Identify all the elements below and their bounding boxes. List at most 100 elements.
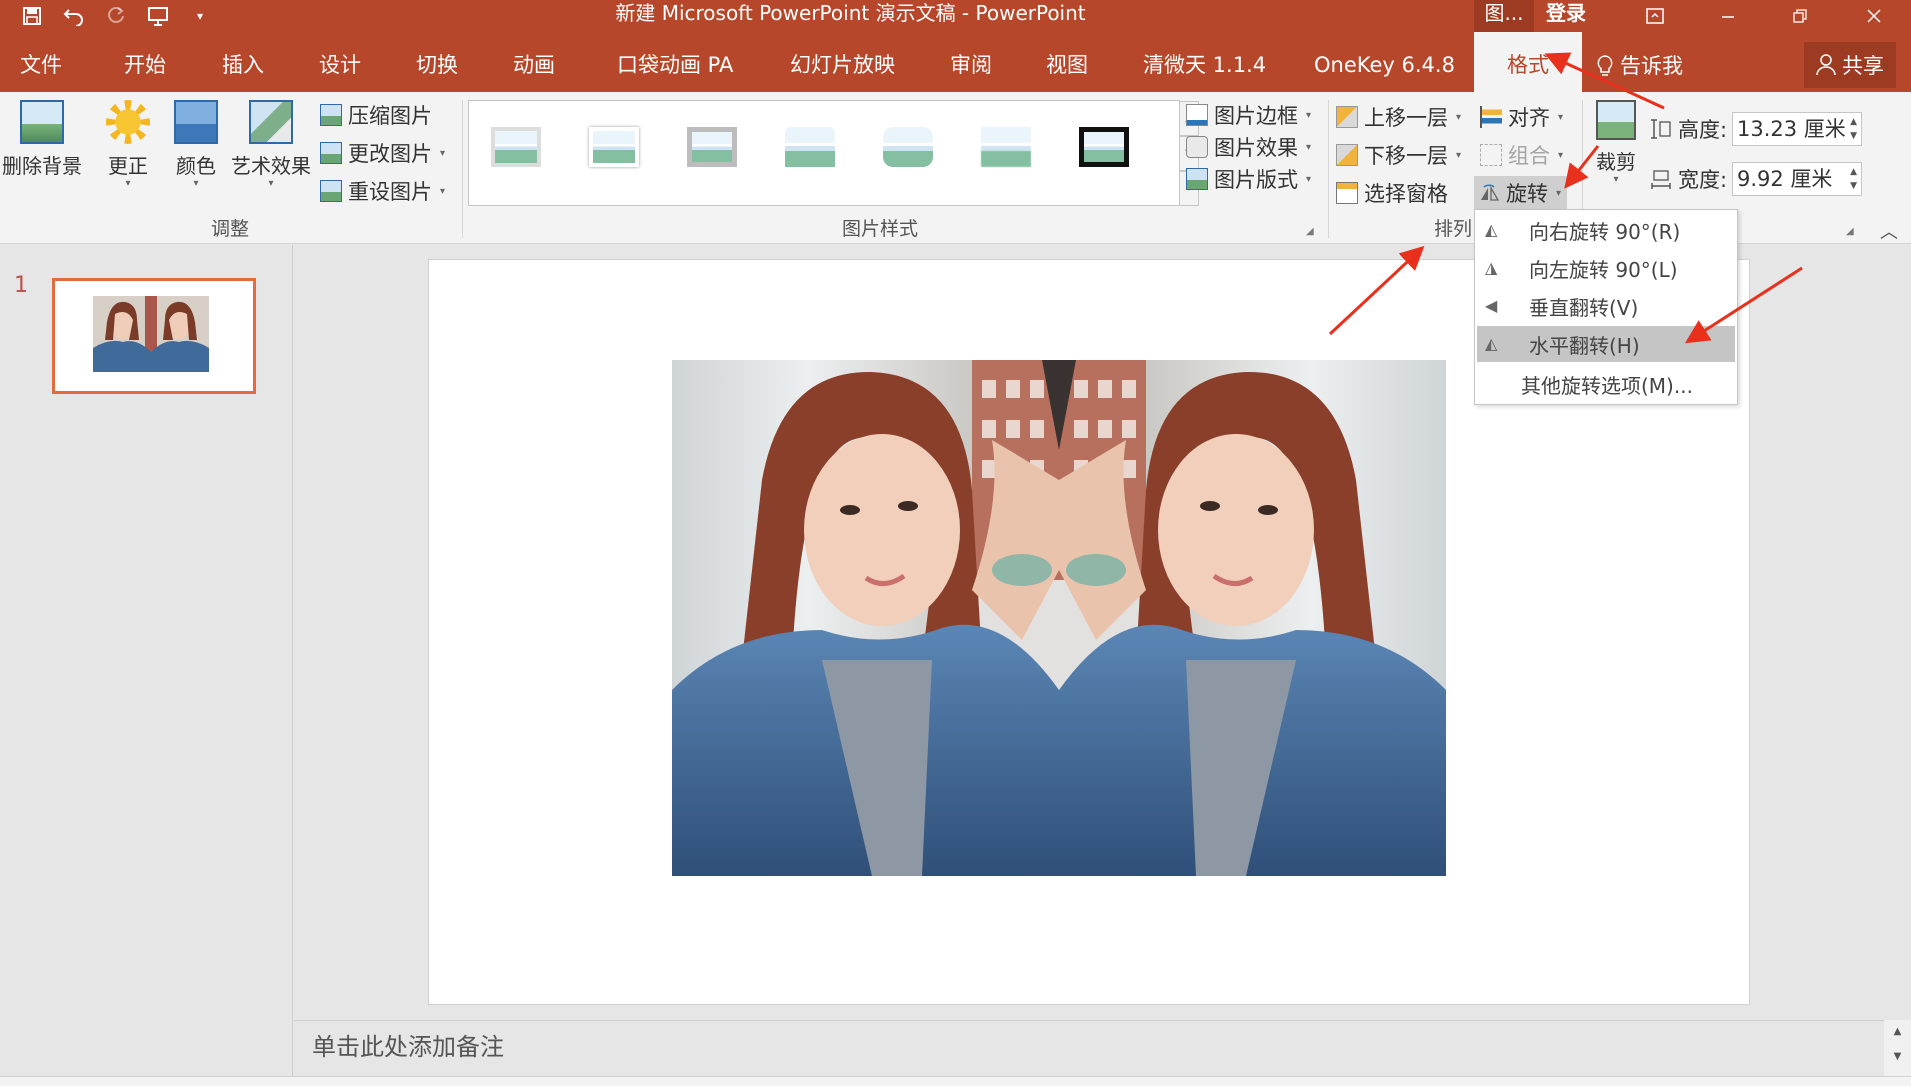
restore-icon[interactable]	[1772, 0, 1828, 32]
window-title: 新建 Microsoft PowerPoint 演示文稿 - PowerPoin…	[615, 1, 1086, 25]
artistic-effects-button[interactable]: 艺术效果 ▾	[228, 100, 314, 189]
send-backward-button[interactable]: 下移一层 ▾	[1336, 138, 1461, 172]
tab-format[interactable]: 格式	[1474, 32, 1582, 92]
tab-qingweitian[interactable]: 清微天 1.1.4	[1143, 32, 1266, 92]
menu-item-rotate-left-90[interactable]: ◮ 向左旋转 90°(L)	[1477, 250, 1735, 286]
height-spinner[interactable]: ▲ ▼	[1850, 115, 1857, 143]
flip-vertical-icon: ◀	[1485, 296, 1498, 315]
bring-forward-icon	[1336, 106, 1358, 128]
style-thumbnail[interactable]	[681, 121, 743, 173]
picture-styles-gallery[interactable]: ▲ ▼ ▾	[468, 100, 1199, 206]
color-icon	[174, 100, 218, 144]
tell-me-search[interactable]: 告诉我	[1596, 32, 1683, 92]
compress-pictures-button[interactable]: 压缩图片	[320, 98, 432, 132]
picture-border-icon	[1186, 104, 1208, 126]
scroll-up-icon[interactable]: ▲	[1884, 1026, 1911, 1037]
group-button[interactable]: 组合 ▾	[1480, 138, 1563, 172]
picture-border-button[interactable]: 图片边框 ▾	[1186, 98, 1311, 132]
chevron-down-icon: ▾	[1558, 149, 1564, 161]
notes-placeholder: 单击此处添加备注	[312, 1033, 504, 1061]
lightbulb-icon	[1597, 55, 1613, 76]
bring-forward-button[interactable]: 上移一层 ▾	[1336, 100, 1461, 134]
scroll-down-icon[interactable]: ▼	[1884, 1051, 1911, 1062]
tab-slideshow[interactable]: 幻灯片放映	[790, 32, 895, 92]
color-button[interactable]: 颜色 ▾	[166, 100, 226, 189]
rotate-button[interactable]: 旋转 ▾	[1474, 176, 1568, 210]
collapse-ribbon-icon[interactable]: ︿	[1880, 218, 1898, 244]
tab-review[interactable]: 审阅	[950, 32, 992, 92]
vertical-scrollbar[interactable]: ▲ ▼	[1884, 1020, 1911, 1076]
style-thumbnail[interactable]	[1073, 121, 1135, 173]
width-label-group: 宽度:	[1650, 162, 1727, 196]
close-icon[interactable]	[1846, 0, 1902, 32]
picture-effects-button[interactable]: 图片效果 ▾	[1186, 130, 1311, 164]
reset-picture-button[interactable]: 重设图片 ▾	[320, 174, 445, 208]
menu-item-more-rotation-options[interactable]: 其他旋转选项(M)...	[1477, 366, 1735, 402]
style-thumbnail[interactable]	[779, 121, 841, 173]
chevron-down-icon: ▾	[1306, 173, 1312, 185]
chevron-down-icon: ▾	[1456, 149, 1462, 161]
menu-item-label: 水平翻转(H)	[1529, 333, 1640, 358]
height-input[interactable]: 13.23 厘米 ▲ ▼	[1732, 112, 1862, 146]
dialog-launcher-icon[interactable]: ◢	[1306, 226, 1314, 237]
rotate-right-icon: ◭	[1485, 220, 1498, 239]
tab-insert[interactable]: 插入	[222, 32, 264, 92]
style-thumbnail[interactable]	[877, 121, 939, 173]
compress-icon	[320, 104, 342, 126]
chevron-down-icon: ▾	[1456, 111, 1462, 123]
picture-layout-icon	[1186, 168, 1208, 190]
tab-onekey[interactable]: OneKey 6.4.8	[1314, 32, 1455, 92]
remove-background-button[interactable]: 删除背景	[0, 100, 84, 179]
style-thumbnail[interactable]	[975, 121, 1037, 173]
style-thumbnail[interactable]	[583, 121, 645, 173]
tell-me-label: 告诉我	[1620, 54, 1683, 78]
tab-design[interactable]: 设计	[319, 32, 361, 92]
tab-file[interactable]: 文件	[20, 32, 62, 92]
group-icon	[1480, 144, 1502, 166]
align-button[interactable]: 对齐 ▾	[1480, 100, 1563, 134]
tab-home[interactable]: 开始	[124, 32, 166, 92]
contextual-tab-picture-tools[interactable]: 图...	[1474, 0, 1534, 32]
rotate-dropdown-menu: ◭ 向右旋转 90°(R) ◮ 向左旋转 90°(L) ◀ 垂直翻转(V) ◭ …	[1474, 209, 1738, 405]
height-icon	[1651, 119, 1671, 139]
send-backward-label: 下移一层	[1364, 144, 1448, 168]
picture-layout-button[interactable]: 图片版式 ▾	[1186, 162, 1311, 196]
artistic-effects-icon	[249, 100, 293, 144]
width-input[interactable]: 9.92 厘米 ▲ ▼	[1732, 162, 1862, 196]
menu-item-rotate-right-90[interactable]: ◭ 向右旋转 90°(R)	[1477, 212, 1735, 248]
notes-pane[interactable]: 单击此处添加备注	[294, 1020, 1884, 1076]
chevron-down-icon: ▾	[193, 178, 199, 189]
crop-label: 裁剪	[1596, 150, 1636, 174]
login-button[interactable]: 登录	[1546, 0, 1586, 32]
selected-picture[interactable]	[672, 360, 1446, 876]
tab-animations[interactable]: 动画	[513, 32, 555, 92]
crop-button[interactable]: 裁剪 ▾	[1586, 100, 1646, 185]
width-spinner[interactable]: ▲ ▼	[1850, 165, 1857, 193]
ribbon-display-options-icon[interactable]	[1627, 0, 1683, 32]
slide-thumbnail[interactable]	[52, 278, 256, 394]
tab-pocket-animation[interactable]: 口袋动画 PA	[617, 32, 733, 92]
share-label: 共享	[1842, 54, 1884, 78]
group-label-arrange: 排列	[1433, 218, 1472, 240]
dialog-launcher-icon[interactable]: ◢	[1846, 226, 1854, 237]
title-bar: ▾ 新建 Microsoft PowerPoint 演示文稿 - PowerPo…	[0, 0, 1911, 32]
height-label-group: 高度:	[1650, 112, 1727, 146]
crop-icon	[1596, 100, 1636, 140]
menu-item-flip-vertical[interactable]: ◀ 垂直翻转(V)	[1477, 288, 1735, 324]
share-button[interactable]: 共享	[1804, 42, 1896, 88]
corrections-button[interactable]: 更正 ▾	[98, 100, 158, 189]
menu-item-flip-horizontal[interactable]: ◭ 水平翻转(H)	[1477, 326, 1735, 362]
minimize-icon[interactable]	[1700, 0, 1756, 32]
tab-transitions[interactable]: 切换	[416, 32, 458, 92]
reset-picture-label: 重设图片	[348, 180, 432, 204]
tab-view[interactable]: 视图	[1046, 32, 1088, 92]
group-label-picture-styles: 图片样式	[841, 218, 918, 240]
change-picture-button[interactable]: 更改图片 ▾	[320, 136, 445, 170]
chevron-down-icon: ▾	[268, 178, 274, 189]
selection-pane-button[interactable]: 选择窗格	[1336, 176, 1448, 210]
style-thumbnail[interactable]	[485, 121, 547, 173]
reset-picture-icon	[320, 180, 342, 202]
menu-item-label: 垂直翻转(V)	[1529, 295, 1639, 320]
selection-pane-icon	[1336, 182, 1358, 204]
color-label: 颜色	[176, 154, 216, 178]
